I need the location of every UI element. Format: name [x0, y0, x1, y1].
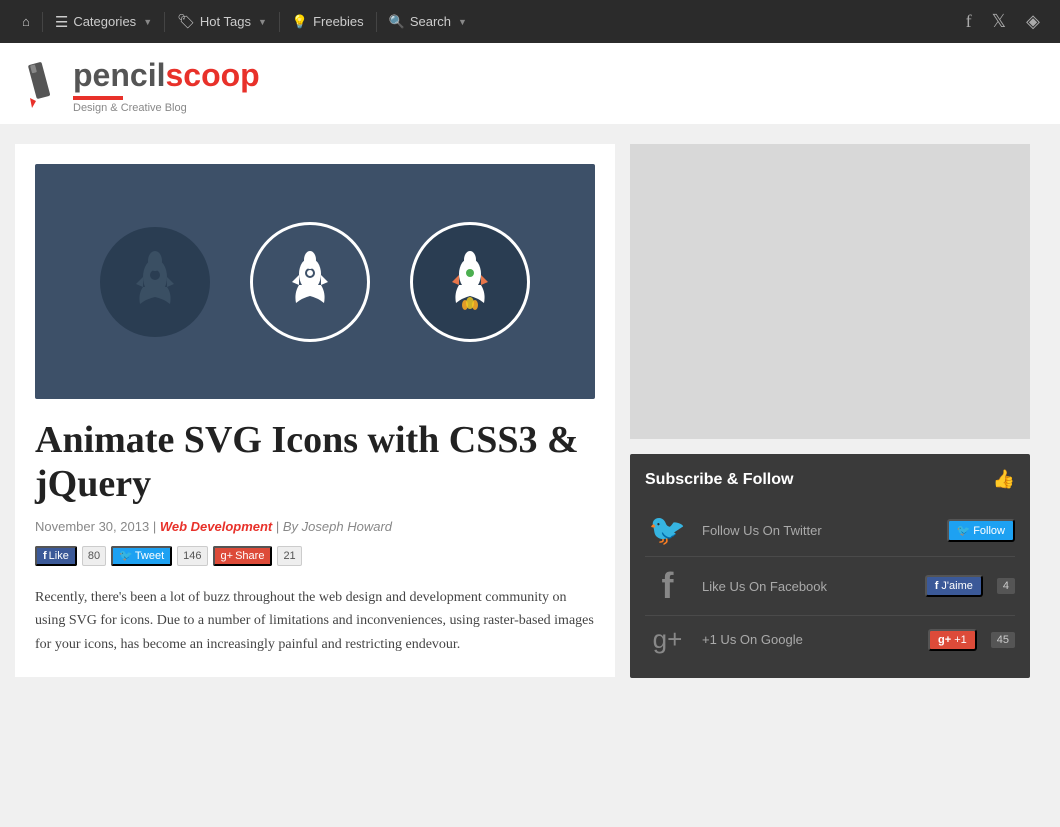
- hottags-arrow: ▼: [258, 17, 267, 27]
- rocket-icon-colored: [443, 249, 498, 314]
- rocket-icon-outline: [283, 249, 338, 314]
- logo[interactable]: pencilscoop Design & Creative Blog: [20, 58, 260, 114]
- social-share-buttons: f Like 80 🐦 Tweet 146 g+ Share 21: [35, 546, 595, 566]
- gplus-btn-icon: g+: [938, 634, 951, 646]
- hottags-link[interactable]: 🏷 Hot Tags ▼: [165, 0, 279, 43]
- logo-pencil-text: pencil: [73, 57, 165, 93]
- facebook-jaime-button[interactable]: f J'aime: [925, 575, 983, 597]
- rocket-outline-circle: [250, 222, 370, 342]
- facebook-like-button[interactable]: f Like: [35, 546, 77, 566]
- main-column: Animate SVG Icons with CSS3 & jQuery Nov…: [15, 144, 615, 677]
- twitter-follow-label: Follow: [973, 525, 1005, 537]
- facebook-social-label: Like Us On Facebook: [702, 579, 913, 594]
- fb-btn-icon: f: [935, 580, 939, 592]
- share-label: Share: [235, 550, 264, 562]
- logo-name: pencilscoop: [73, 58, 260, 93]
- article-meta: November 30, 2013 | Web Development | By…: [35, 519, 595, 534]
- logo-underline: [73, 96, 123, 100]
- tweet-label: Tweet: [135, 550, 164, 562]
- gplus-social-icon: g+: [645, 624, 690, 655]
- tag-icon: 🏷: [177, 13, 195, 30]
- gplus-btn-label: +1: [954, 634, 967, 646]
- logo-text-block: pencilscoop Design & Creative Blog: [73, 58, 260, 114]
- categories-arrow: ▼: [143, 17, 152, 27]
- site-header: pencilscoop Design & Creative Blog: [0, 43, 1060, 124]
- facebook-btn-label: J'aime: [941, 580, 972, 592]
- gplus-share-button[interactable]: g+ Share: [213, 546, 273, 566]
- gplus-social-label: +1 Us On Google: [702, 632, 916, 647]
- fb-like-count: 80: [82, 546, 106, 566]
- article-title: Animate SVG Icons with CSS3 & jQuery: [35, 419, 595, 506]
- navigation: ⌂ ☰ Categories ▼ 🏷 Hot Tags ▼ 💡 Freebies…: [0, 0, 1060, 43]
- page-wrapper: Animate SVG Icons with CSS3 & jQuery Nov…: [0, 124, 1060, 698]
- facebook-social-row: f Like Us On Facebook f J'aime 4: [645, 557, 1015, 616]
- twitter-social-icon: 🐦: [645, 513, 690, 548]
- facebook-social-icon: f: [645, 565, 690, 607]
- tweet-count: 146: [177, 546, 207, 566]
- sidebar: Subscribe & Follow 👍 🐦 Follow Us On Twit…: [630, 144, 1030, 678]
- facebook-nav-icon[interactable]: f: [956, 11, 982, 32]
- subscribe-follow-block: Subscribe & Follow 👍 🐦 Follow Us On Twit…: [630, 454, 1030, 678]
- twitter-btn-icon: 🐦: [957, 524, 971, 537]
- categories-label: Categories: [73, 14, 136, 29]
- article-author: By Joseph Howard: [283, 519, 392, 534]
- home-icon: ⌂: [22, 14, 30, 29]
- freebies-label: Freebies: [313, 14, 364, 29]
- twitter-icon: 🐦: [119, 549, 133, 562]
- facebook-count: 4: [997, 578, 1015, 594]
- search-icon: 🔍: [389, 14, 405, 30]
- fb-icon: f: [43, 550, 47, 562]
- rocket-colored-circle: [410, 222, 530, 342]
- advertisement-block: [630, 144, 1030, 439]
- twitter-follow-button[interactable]: 🐦 Follow: [947, 519, 1016, 542]
- subscribe-title: Subscribe & Follow: [645, 471, 793, 489]
- hottags-label: Hot Tags: [200, 14, 251, 29]
- gplus-count: 45: [991, 632, 1015, 648]
- logo-tagline: Design & Creative Blog: [73, 102, 260, 114]
- logo-scoop-text: scoop: [165, 57, 259, 93]
- pencil-logo-icon: [20, 58, 65, 113]
- twitter-social-row: 🐦 Follow Us On Twitter 🐦 Follow: [645, 505, 1015, 557]
- rocket-icon-dark: [128, 249, 183, 314]
- gplus-plus1-button[interactable]: g+ +1: [928, 629, 977, 651]
- content-area: Animate SVG Icons with CSS3 & jQuery Nov…: [0, 124, 1060, 698]
- search-link[interactable]: 🔍 Search ▼: [377, 0, 479, 43]
- gplus-social-row: g+ +1 Us On Google g+ +1 45: [645, 616, 1015, 663]
- search-arrow: ▼: [458, 17, 467, 27]
- list-icon: ☰: [55, 13, 68, 31]
- home-link[interactable]: ⌂: [10, 0, 42, 43]
- bulb-icon: 💡: [292, 14, 308, 30]
- article-hero-image: [35, 164, 595, 399]
- rss-nav-icon[interactable]: ◈: [1016, 11, 1050, 32]
- gplus-icon: g+: [221, 550, 234, 562]
- rocket-dark-circle: [100, 227, 210, 337]
- twitter-nav-icon[interactable]: 𝕏: [982, 11, 1017, 32]
- thumbs-up-icon[interactable]: 👍: [993, 469, 1015, 490]
- fb-like-label: Like: [49, 550, 69, 562]
- subscribe-header: Subscribe & Follow 👍: [645, 469, 1015, 490]
- article-body: Recently, there's been a lot of buzz thr…: [35, 586, 595, 657]
- twitter-social-label: Follow Us On Twitter: [702, 523, 935, 538]
- article-category[interactable]: Web Development: [160, 519, 272, 534]
- article-date: November 30, 2013: [35, 519, 149, 534]
- search-label: Search: [410, 14, 451, 29]
- categories-link[interactable]: ☰ Categories ▼: [43, 0, 164, 43]
- freebies-link[interactable]: 💡 Freebies: [280, 0, 376, 43]
- share-count: 21: [277, 546, 301, 566]
- twitter-tweet-button[interactable]: 🐦 Tweet: [111, 546, 172, 566]
